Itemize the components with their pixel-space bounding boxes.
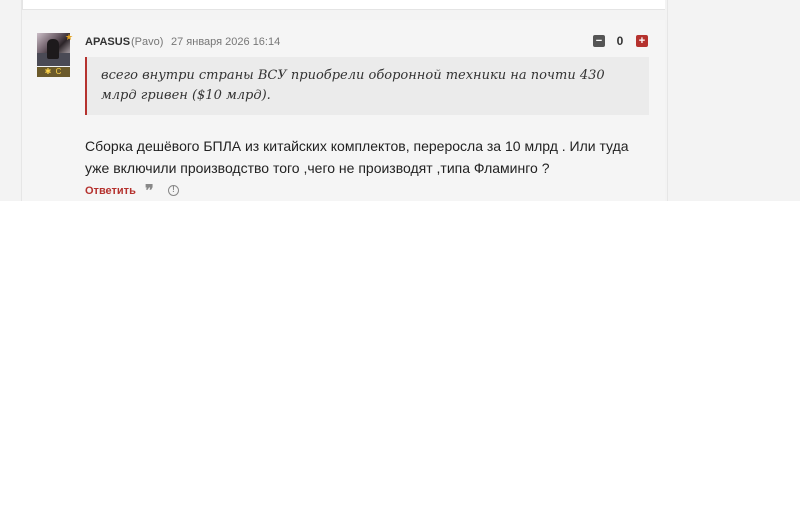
author-realname: (Pavo)	[131, 36, 164, 48]
rank-badge: ✱ C	[37, 67, 70, 77]
comment-timestamp[interactable]: 27 января 2026 16:14	[171, 35, 280, 49]
star-icon: ★	[65, 32, 74, 42]
avatar-figure	[47, 39, 59, 59]
author-username[interactable]: APASUS	[85, 35, 130, 49]
quoted-text: всего внутри страны ВСУ приобрели оборон…	[85, 57, 649, 115]
vote-down-button[interactable]: −	[593, 35, 605, 47]
reply-button[interactable]: Ответить	[85, 184, 136, 198]
report-icon[interactable]: !	[168, 185, 179, 196]
vote-up-button[interactable]: +	[636, 35, 648, 47]
vote-score: 0	[616, 34, 624, 48]
comment-body: Сборка дешёвого БПЛА из китайских компле…	[85, 138, 629, 176]
quote-icon[interactable]: ❞	[145, 181, 154, 201]
previous-comment-card	[22, 0, 665, 10]
viewport: ★ ✱ C APASUS (Pavo) 27 января 2026 16:14…	[0, 0, 800, 532]
